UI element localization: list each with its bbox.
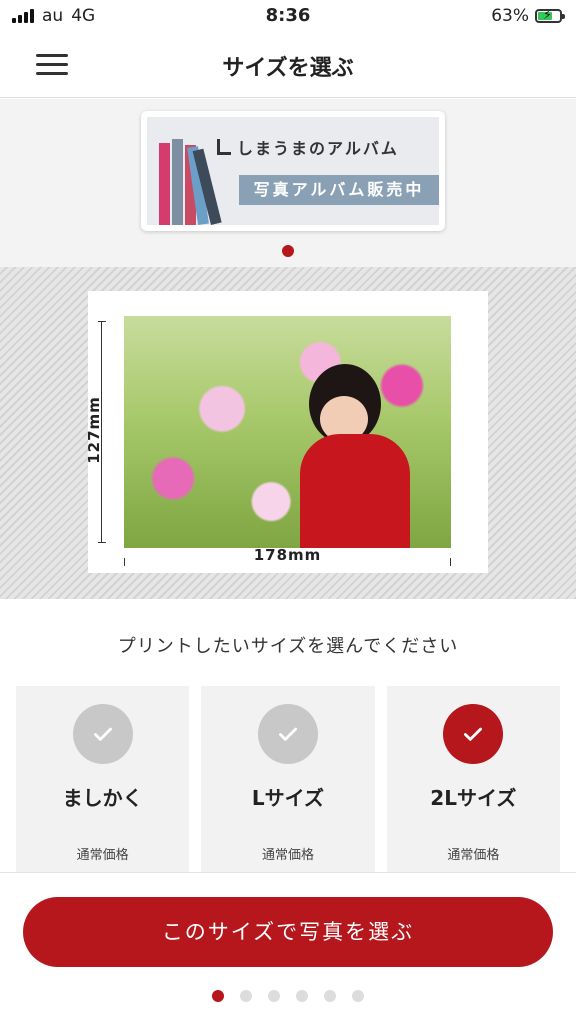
size-name: Lサイズ (251, 786, 325, 810)
status-bar: au 4G 8:36 63% ⚡ (0, 0, 576, 34)
step-dot (324, 990, 336, 1002)
size-price-label: 通常価格 (76, 848, 129, 863)
status-time: 8:36 (265, 5, 311, 26)
step-dot (296, 990, 308, 1002)
bottom-action-bar: このサイズで写真を選ぶ (0, 872, 576, 1024)
size-prompt: プリントしたいサイズを選んでください (117, 636, 459, 657)
status-right: 63% ⚡ (491, 6, 565, 26)
banner-carousel: しまうまのアルバム 写真アルバム販売中 (0, 99, 576, 267)
height-dimension-label: 127mm (85, 396, 103, 464)
battery-percent: 63% (491, 6, 529, 26)
size-price-label: 通常価格 (447, 848, 500, 863)
brand-logo-icon (217, 139, 231, 155)
size-option-square[interactable]: ましかく 通常価格 (16, 686, 190, 872)
banner-brand-text: しまうまのアルバム (237, 139, 399, 158)
size-options: ましかく 通常価格 Lサイズ 通常価格 2Lサイズ 通常価格 (16, 686, 560, 872)
size-name: 2Lサイズ (430, 786, 517, 810)
step-indicator (0, 990, 576, 1002)
page-title: サイズを選ぶ (222, 56, 354, 81)
size-name: ましかく (62, 786, 143, 810)
banner-tag: 写真アルバム販売中 (239, 175, 439, 205)
print-preview-card: 127mm 178mm (85, 291, 488, 573)
step-dot (212, 990, 224, 1002)
sample-photo (124, 316, 451, 548)
check-icon (72, 704, 133, 764)
select-photos-button[interactable]: このサイズで写真を選ぶ (23, 897, 553, 967)
size-option-l[interactable]: Lサイズ 通常価格 (201, 686, 375, 872)
size-option-2l[interactable]: 2Lサイズ 通常価格 (386, 686, 560, 872)
step-dot (268, 990, 280, 1002)
battery-icon: ⚡ (535, 8, 565, 23)
banner-brand: しまうまのアルバム (217, 135, 399, 159)
check-selected-icon (443, 704, 504, 764)
album-banner[interactable]: しまうまのアルバム 写真アルバム販売中 (141, 111, 445, 231)
banner-page-indicator (282, 245, 294, 257)
check-icon (257, 704, 318, 764)
width-dimension-line: 178mm (124, 546, 451, 568)
width-dimension-label: 178mm (253, 546, 322, 564)
size-preview: 127mm 178mm (0, 267, 576, 599)
step-dot (240, 990, 252, 1002)
nav-bar: サイズを選ぶ (0, 34, 576, 98)
step-dot (352, 990, 364, 1002)
size-price-label: 通常価格 (261, 848, 314, 863)
